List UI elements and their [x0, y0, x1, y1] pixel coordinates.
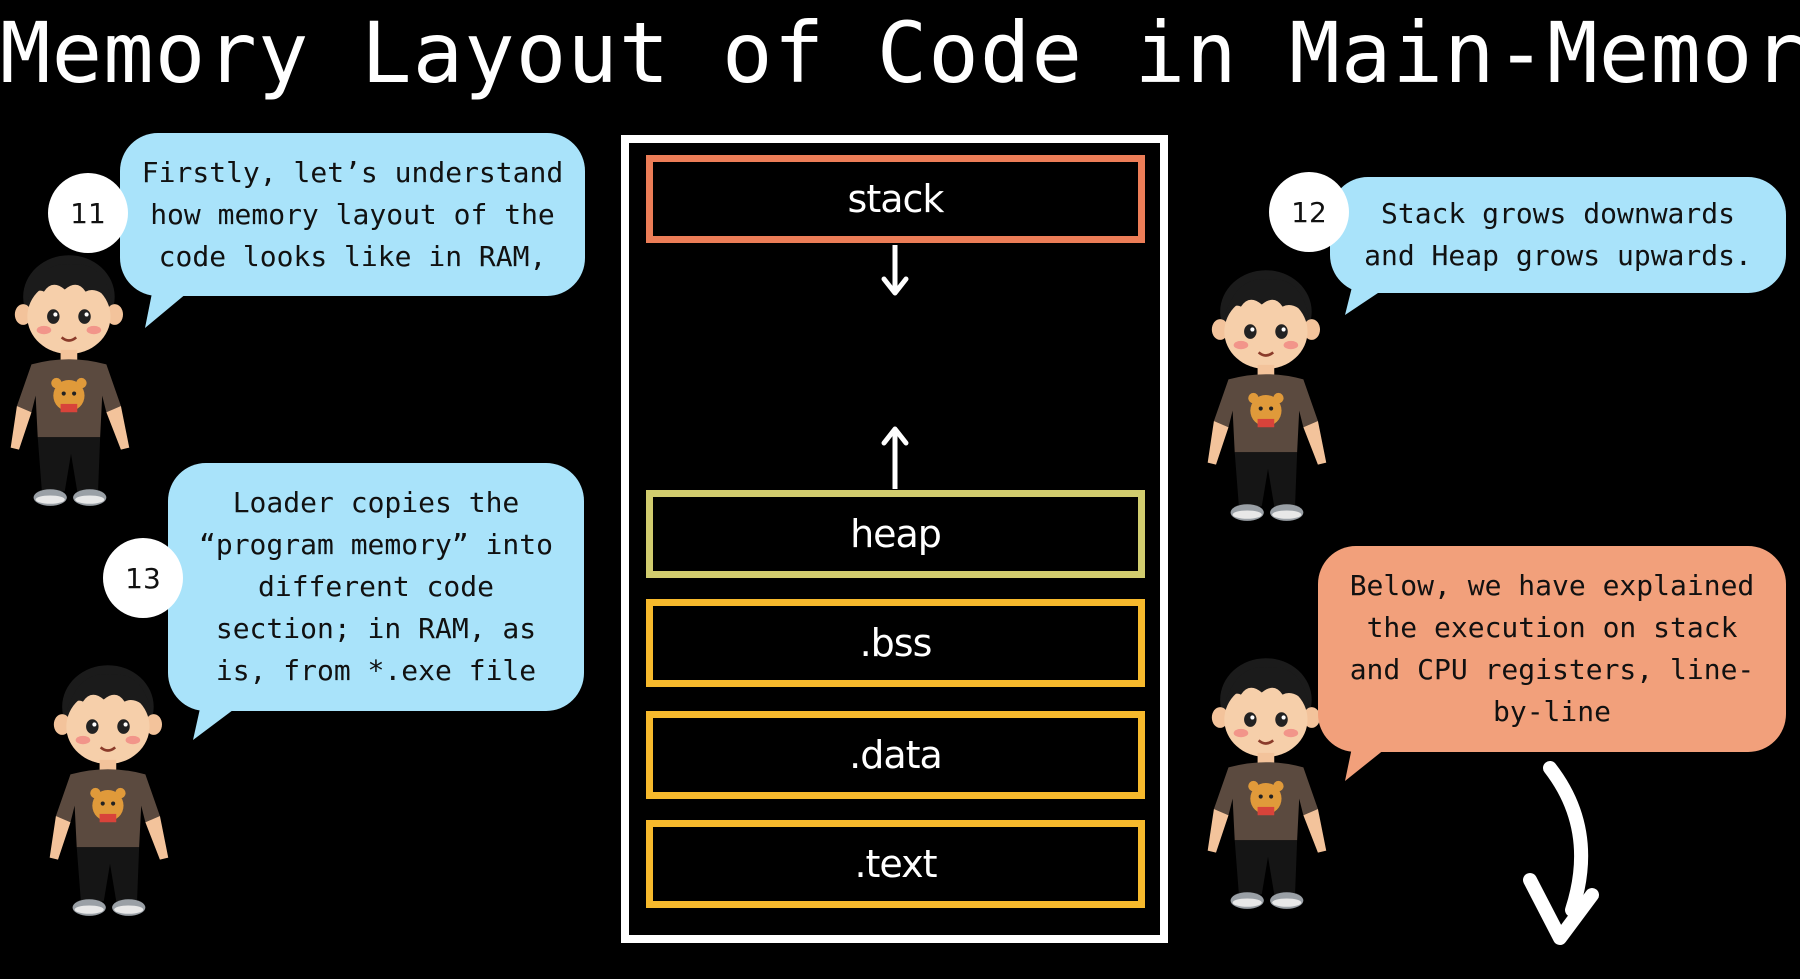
note-line: Below, we have explained [1349, 569, 1755, 602]
note-line: different code [257, 570, 494, 603]
note-line: and CPU registers, line- [1349, 653, 1755, 686]
step-number-11: 11 [48, 173, 128, 253]
kid-illustration [1203, 265, 1333, 525]
note-line: the execution on stack [1366, 611, 1738, 644]
speech-bubble-12: Stack grows downwards and Heap grows upw… [1330, 177, 1786, 293]
kid-illustration [6, 250, 136, 510]
note-line: “program memory” into [198, 528, 553, 561]
note-line: how memory layout of the [150, 197, 555, 231]
step-number-12: 12 [1269, 172, 1349, 252]
note-line: Firstly, let’s understand [141, 155, 564, 189]
note-line: Stack grows downwards [1380, 197, 1735, 230]
speech-bubble-13: Loader copies the “program memory” into … [168, 463, 584, 711]
speech-bubble-11: Firstly, let’s understand how memory lay… [120, 133, 585, 296]
speech-bubble-14: Below, we have explained the execution o… [1318, 546, 1786, 752]
heap-segment: heap [646, 490, 1145, 578]
note-line: by-line [1492, 695, 1611, 728]
stack-segment: stack [646, 155, 1145, 243]
note-line: code looks like in RAM, [158, 239, 547, 273]
note-line: and Heap grows upwards. [1364, 239, 1752, 272]
curved-down-arrow-icon [1523, 761, 1599, 945]
step-number-13: 13 [103, 538, 183, 618]
heap-grow-up-arrow [881, 426, 909, 489]
bss-segment: .bss [646, 599, 1145, 687]
note-line: section; in RAM, as [215, 612, 537, 645]
kid-illustration [1203, 653, 1333, 913]
note-line: Loader copies the [232, 486, 520, 519]
text-segment: .text [646, 820, 1145, 908]
note-line: is, from *.exe file [215, 654, 537, 687]
data-segment: .data [646, 711, 1145, 799]
kid-illustration [45, 660, 175, 920]
stack-grow-down-arrow [881, 245, 909, 296]
page-title: Memory Layout of Code in Main-Memory [0, 4, 1800, 102]
